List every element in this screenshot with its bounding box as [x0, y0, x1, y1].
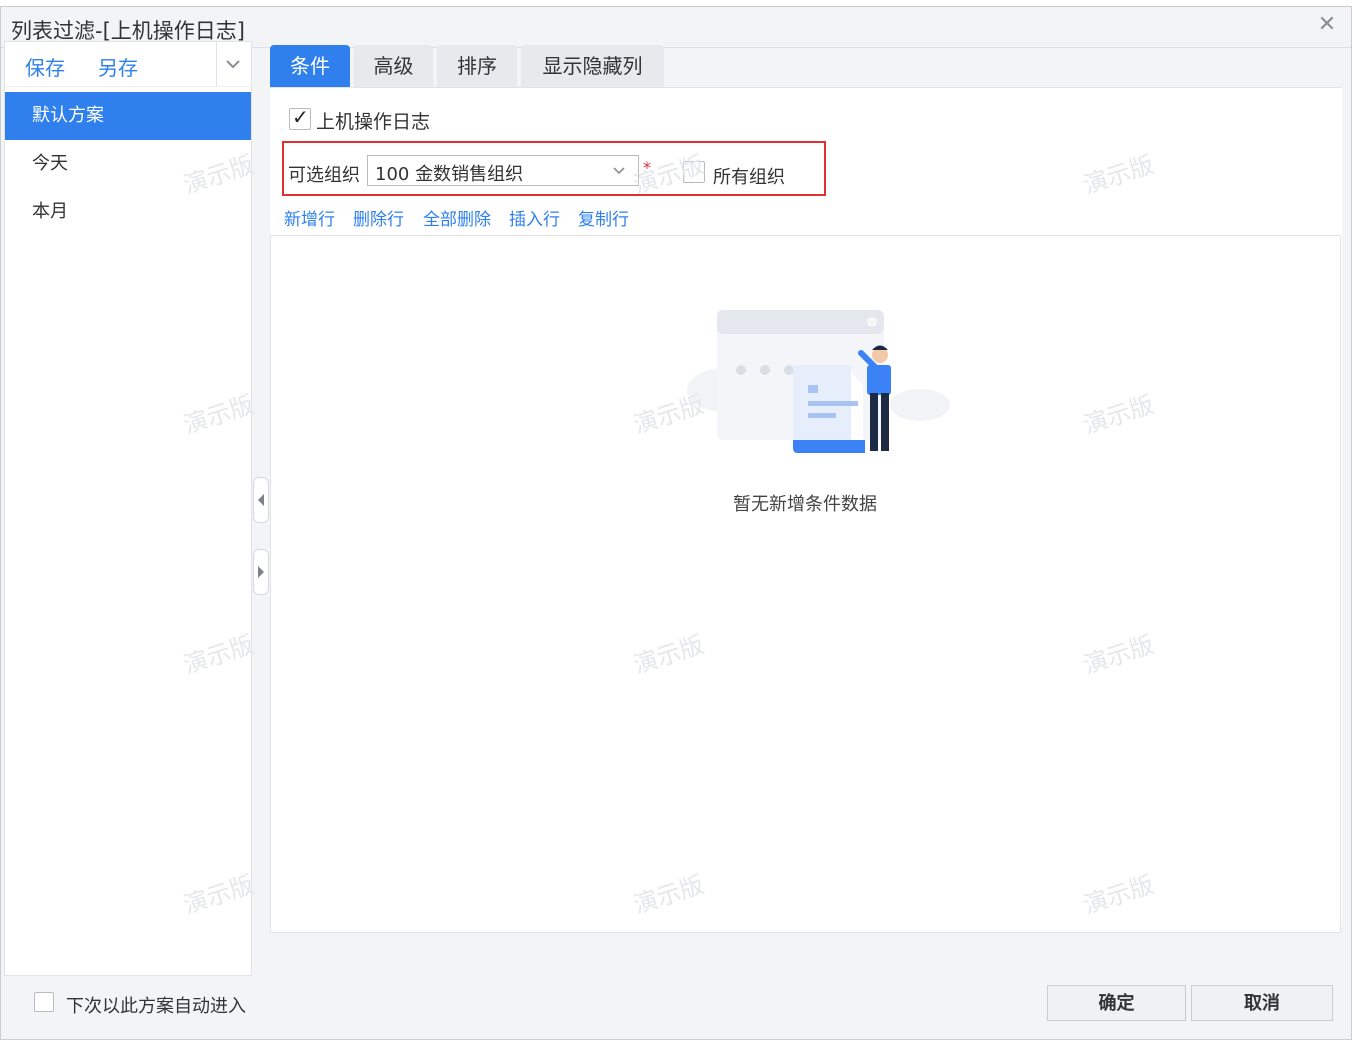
ok-button[interactable]: 确定 [1047, 985, 1186, 1021]
tab-advanced[interactable]: 高级 [354, 45, 433, 87]
cancel-button[interactable]: 取消 [1191, 985, 1333, 1021]
caret-left-icon [258, 494, 264, 506]
chevron-down-icon [613, 167, 625, 175]
entity-label: 上机操作日志 [316, 111, 431, 133]
expand-left-button[interactable] [253, 549, 269, 595]
all-orgs-label: 所有组织 [713, 167, 785, 188]
org-select[interactable]: 100 金数销售组织 [367, 155, 639, 186]
add-row-button[interactable]: 新增行 [284, 205, 335, 230]
insert-row-button[interactable]: 插入行 [509, 205, 560, 230]
tab-sort[interactable]: 排序 [437, 45, 517, 87]
delete-row-button[interactable]: 删除行 [353, 205, 404, 230]
caret-right-icon [258, 566, 264, 578]
chevron-down-icon[interactable] [223, 54, 243, 74]
check-icon: ✓ [292, 105, 309, 129]
scheme-panel: 保存 另存 默认方案 今天 本月 [4, 41, 252, 976]
tab-show-hide-columns[interactable]: 显示隐藏列 [521, 45, 664, 87]
org-field-label: 可选组织 [288, 165, 360, 186]
save-as-button[interactable]: 另存 [98, 52, 138, 81]
save-button[interactable]: 保存 [25, 52, 65, 81]
scheme-toolbar: 保存 另存 [5, 42, 251, 87]
tab-condition[interactable]: 条件 [270, 45, 350, 87]
auto-enter-checkbox[interactable] [34, 992, 54, 1012]
auto-enter-label: 下次以此方案自动进入 [66, 996, 246, 1017]
all-orgs-checkbox[interactable] [683, 161, 705, 183]
delete-all-button[interactable]: 全部删除 [423, 205, 491, 230]
copy-row-button[interactable]: 复制行 [578, 205, 629, 230]
toolbar-divider [216, 42, 217, 86]
scheme-item-this-month[interactable]: 本月 [5, 188, 251, 236]
empty-state-illustration [687, 310, 950, 453]
org-select-value: 100 金数销售组织 [375, 164, 524, 185]
auto-enter-option: 下次以此方案自动进入 [4, 978, 252, 1024]
empty-state-text: 暂无新增条件数据 [733, 494, 877, 515]
entity-checkbox[interactable]: ✓ [289, 105, 311, 130]
scheme-item-today[interactable]: 今天 [5, 140, 251, 188]
required-mark: * [643, 158, 651, 177]
scheme-item-default[interactable]: 默认方案 [5, 92, 251, 140]
close-icon[interactable]: ✕ [1315, 13, 1339, 37]
collapse-left-button[interactable] [253, 477, 269, 523]
